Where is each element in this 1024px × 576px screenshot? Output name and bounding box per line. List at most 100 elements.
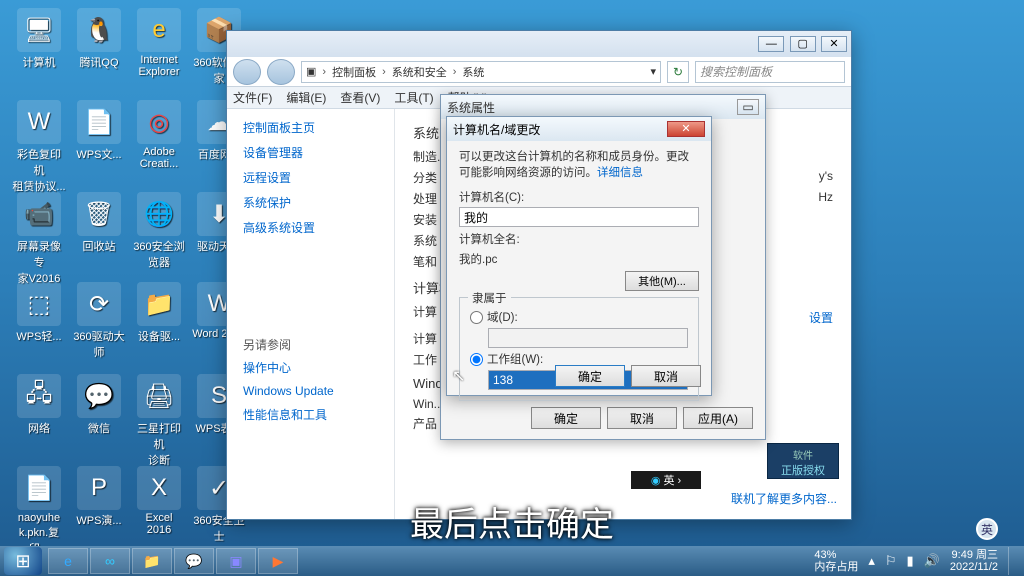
- cn-cancel-button[interactable]: 取消: [631, 365, 701, 387]
- maximize-button[interactable]: ▢: [790, 36, 816, 52]
- taskbar: ⊞ e ∞ 📁 💬 ▣ ▶ 43% 内存占用 ▴ ⚐ ▮ 🔊 9:49 周三 2…: [0, 546, 1024, 576]
- menu-edit[interactable]: 编辑(E): [286, 89, 326, 106]
- close-button[interactable]: ✕: [821, 36, 847, 52]
- sp-cancel-button[interactable]: 取消: [607, 407, 677, 429]
- tb-monitor-icon[interactable]: ▣: [216, 548, 256, 574]
- desktop-icon[interactable]: ◎AdobeCreati...: [132, 100, 186, 170]
- fullname-value: 我的.pc: [459, 251, 699, 267]
- tray-network-icon[interactable]: ▮: [907, 553, 914, 569]
- start-button[interactable]: ⊞: [4, 547, 42, 575]
- desktop-app-icon: 🌐: [137, 192, 181, 236]
- tb-app1-icon[interactable]: ∞: [90, 548, 130, 574]
- tb-app2-icon[interactable]: ▶: [258, 548, 298, 574]
- back-button[interactable]: [233, 59, 261, 85]
- computer-name-label: 计算机名(C):: [459, 189, 699, 205]
- desktop-icon-label: 回收站: [72, 238, 126, 254]
- desktop-app-icon: ⟳: [77, 282, 121, 326]
- detail-link[interactable]: 详细信息: [597, 167, 643, 179]
- side-windows-update[interactable]: Windows Update: [243, 384, 394, 398]
- settings-link[interactable]: 设置: [809, 309, 833, 326]
- desktop-app-icon: 📹: [17, 192, 61, 236]
- desktop-icon-label: 360安全浏览器: [132, 238, 186, 270]
- desktop-icon-label: WPS轻...: [12, 328, 66, 344]
- search-box[interactable]: 搜索控制面板: [695, 61, 845, 83]
- tray-flag-icon[interactable]: ⚐: [885, 553, 897, 569]
- desktop-icon[interactable]: 📄naoyuhek.pkn.复印...: [12, 466, 66, 556]
- tb-wechat-icon[interactable]: 💬: [174, 548, 214, 574]
- cn-close-button[interactable]: ✕: [667, 121, 705, 137]
- desktop-icon-label: 网络: [12, 420, 66, 436]
- desktop-app-icon: P: [77, 466, 121, 510]
- ime-bubble[interactable]: 英: [976, 518, 998, 540]
- side-link-advanced[interactable]: 高级系统设置: [243, 219, 394, 236]
- side-link-sysprotect[interactable]: 系统保护: [243, 194, 394, 211]
- desktop-app-icon: 🖧: [17, 374, 61, 418]
- cp-home-link[interactable]: 控制面板主页: [243, 119, 394, 136]
- cp-titlebar: — ▢ ✕: [227, 31, 851, 57]
- desktop-icon[interactable]: 📁设备驱...: [132, 282, 186, 344]
- desktop-icon-label: AdobeCreati...: [132, 146, 186, 170]
- desktop-icon[interactable]: 📄WPS文...: [72, 100, 126, 162]
- desktop-icon-label: 微信: [72, 420, 126, 436]
- fullname-label: 计算机全名:: [459, 231, 699, 247]
- ime-indicator[interactable]: ◉英 ›: [631, 471, 701, 489]
- desktop-icon[interactable]: 📹屏幕录像专家V2016: [12, 192, 66, 286]
- desktop-icon[interactable]: ⬚ WPS轻...: [12, 282, 66, 344]
- desktop-icon[interactable]: 🌐360安全浏览器: [132, 192, 186, 270]
- desktop-app-icon: 🖨: [137, 374, 181, 418]
- sp-apply-button[interactable]: 应用(A): [683, 407, 753, 429]
- desktop-icon[interactable]: 💬 微信: [72, 374, 126, 436]
- tray-clock[interactable]: 9:49 周三 2022/11/2: [950, 549, 998, 573]
- tray-sound-icon[interactable]: 🔊: [924, 553, 940, 569]
- minimize-button[interactable]: —: [758, 36, 784, 52]
- show-desktop-button[interactable]: [1008, 547, 1016, 575]
- desktop-icon[interactable]: 🐧 腾讯QQ: [72, 8, 126, 70]
- other-button[interactable]: 其他(M)...: [625, 271, 699, 291]
- desktop-app-icon: 🗑: [77, 192, 121, 236]
- menu-file[interactable]: 文件(F): [233, 89, 272, 106]
- side-action-center[interactable]: 操作中心: [243, 359, 394, 376]
- learn-more-link[interactable]: 联机了解更多内容...: [731, 490, 837, 507]
- desktop-app-icon: ⬚: [17, 282, 61, 326]
- menu-tools[interactable]: 工具(T): [394, 89, 433, 106]
- desktop-icon[interactable]: eInternetExplorer: [132, 8, 186, 78]
- desktop-icon[interactable]: W彩色复印机租赁协议...: [12, 100, 66, 194]
- desktop-icon-label: 彩色复印机租赁协议...: [12, 146, 66, 194]
- desktop-app-icon: e: [137, 8, 181, 52]
- desktop-icon-label: 腾讯QQ: [72, 54, 126, 70]
- computer-name-dialog: 计算机名/域更改 ✕ 可以更改这台计算机的名称和成员身份。更改可能影响网络资源的…: [446, 116, 712, 396]
- sp-close-button[interactable]: ▭: [737, 99, 759, 115]
- desktop-app-icon: ◎: [137, 100, 181, 144]
- desktop-icon[interactable]: XExcel 2016: [132, 466, 186, 536]
- desktop-icon[interactable]: 🗑 回收站: [72, 192, 126, 254]
- domain-radio[interactable]: 域(D):: [470, 309, 688, 325]
- desktop-icon[interactable]: 🖥计算机: [12, 8, 66, 70]
- desktop-icon[interactable]: ⟳360驱动大师: [72, 282, 126, 360]
- desktop-icon[interactable]: 🖧 网络: [12, 374, 66, 436]
- menu-view[interactable]: 查看(V): [340, 89, 380, 106]
- computer-name-input[interactable]: [459, 207, 699, 227]
- side-perf-info[interactable]: 性能信息和工具: [243, 406, 394, 423]
- sp-title: 系统属性: [447, 99, 495, 116]
- desktop-icon[interactable]: 🖨三星打印机诊断: [132, 374, 186, 468]
- side-link-remote[interactable]: 远程设置: [243, 169, 394, 186]
- desktop-app-icon: 🐧: [77, 8, 121, 52]
- tray-up-icon[interactable]: ▴: [868, 553, 875, 569]
- memory-usage[interactable]: 43% 内存占用: [814, 549, 858, 573]
- cp-nav: ▣ 控制面板 系统和安全 系统 ▾ ↻ 搜索控制面板: [227, 57, 851, 87]
- tb-explorer-icon[interactable]: 📁: [132, 548, 172, 574]
- side-link-devmgr[interactable]: 设备管理器: [243, 144, 394, 161]
- desktop-app-icon: 💬: [77, 374, 121, 418]
- cn-title: 计算机名/域更改: [453, 121, 540, 138]
- breadcrumb[interactable]: ▣ 控制面板 系统和安全 系统 ▾: [301, 61, 661, 83]
- domain-input[interactable]: [488, 328, 688, 348]
- desktop-icon-label: 设备驱...: [132, 328, 186, 344]
- activation-badge: 软件 正版授权: [767, 443, 839, 479]
- desktop-app-icon: 🖥: [17, 8, 61, 52]
- desktop-icon[interactable]: PWPS演...: [72, 466, 126, 528]
- refresh-button[interactable]: ↻: [667, 61, 689, 83]
- tb-ie-icon[interactable]: e: [48, 548, 88, 574]
- sp-ok-button[interactable]: 确定: [531, 407, 601, 429]
- cn-ok-button[interactable]: 确定: [555, 365, 625, 387]
- forward-button[interactable]: [267, 59, 295, 85]
